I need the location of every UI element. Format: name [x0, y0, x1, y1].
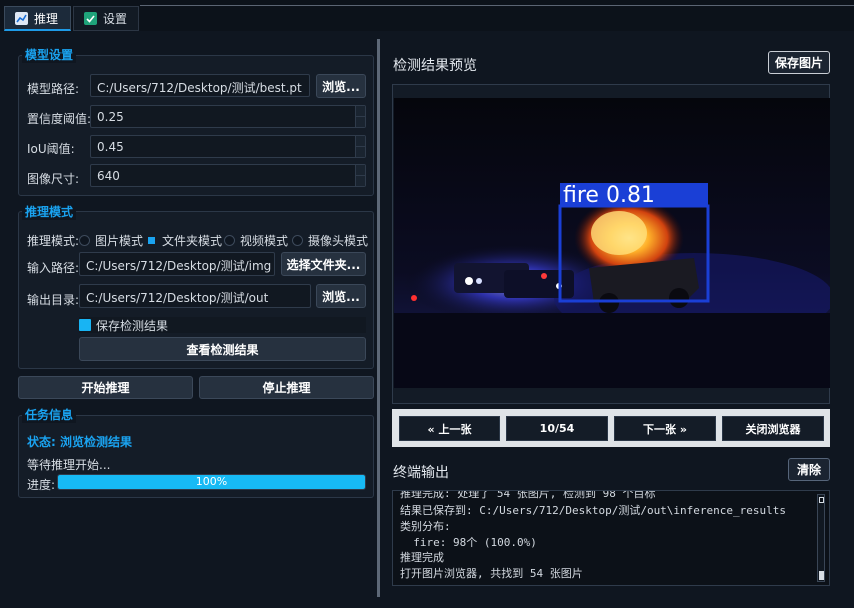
radio-folder-label: 文件夹模式	[162, 234, 223, 248]
radio-camera-label: 摄像头模式	[308, 234, 369, 248]
start-inference-button[interactable]: 开始推理	[18, 376, 193, 399]
clear-terminal-button[interactable]: 清除	[788, 458, 830, 481]
radio-image-label: 图片模式	[95, 234, 144, 248]
iou-value: 0.45	[97, 140, 124, 154]
save-results-label: 保存检测结果	[96, 318, 169, 333]
iou-label: IoU阈值:	[27, 142, 75, 156]
mode-label: 推理模式:	[27, 234, 80, 248]
output-browse-button[interactable]: 浏览...	[316, 284, 366, 308]
terminal-line: 推理完成	[400, 551, 444, 564]
close-browser-button[interactable]: 关闭浏览器	[722, 416, 824, 441]
stop-inference-button[interactable]: 停止推理	[199, 376, 374, 399]
confidence-stepper[interactable]	[355, 106, 366, 127]
radio-video-indicator	[224, 235, 235, 246]
inference-mode-title: 推理模式	[22, 203, 77, 220]
tab-inference[interactable]: 推理	[4, 6, 71, 31]
save-results-check-indicator	[79, 319, 91, 331]
tab-settings-label: 设置	[103, 12, 128, 26]
detection-label: fire 0.81	[563, 183, 655, 208]
image-size-label: 图像尺寸:	[27, 172, 80, 186]
output-dir-field[interactable]: C:/Users/712/Desktop/测试/out	[79, 284, 311, 308]
view-results-button[interactable]: 查看检测结果	[79, 337, 366, 361]
tab-bar: 推理 设置	[0, 0, 854, 31]
detection-image: fire 0.81	[394, 98, 830, 388]
radio-image-mode[interactable]: 图片模式	[79, 232, 143, 249]
prev-image-button[interactable]: « 上一张	[399, 416, 500, 441]
image-size-spinbox[interactable]: 640	[90, 164, 366, 187]
radio-camera-mode[interactable]: 摄像头模式	[292, 232, 368, 249]
preview-title: 检测结果预览	[393, 58, 477, 74]
output-dir-label: 输出目录:	[27, 293, 80, 307]
progress-bar: 100%	[57, 474, 366, 490]
fire-scene-image: fire 0.81	[394, 98, 830, 388]
image-counter: 10/54	[506, 416, 608, 441]
model-path-label: 模型路径:	[27, 82, 80, 96]
image-size-stepper[interactable]	[355, 165, 366, 186]
radio-folder-indicator	[148, 237, 155, 244]
save-image-button[interactable]: 保存图片	[768, 51, 830, 74]
radio-video-label: 视频模式	[240, 234, 289, 248]
terminal-line: 打开图片浏览器, 共找到 54 张图片	[400, 567, 583, 580]
checkbox-settings-icon	[84, 12, 97, 25]
radio-image-indicator	[79, 235, 90, 246]
radio-video-mode[interactable]: 视频模式	[224, 232, 288, 249]
save-results-checkbox[interactable]: 保存检测结果	[79, 317, 366, 333]
model-browse-button[interactable]: 浏览...	[316, 74, 366, 98]
radio-camera-indicator	[292, 235, 303, 246]
terminal-output[interactable]: 推理完成: 处理了 54 张图片, 检测到 98 个目标 结果已保存到: C:/…	[392, 490, 830, 586]
progress-label: 进度:	[27, 478, 56, 492]
status-text: 状态: 浏览检测结果	[27, 435, 132, 449]
confidence-value: 0.25	[97, 110, 124, 124]
terminal-line: fire: 98个 (100.0%)	[400, 536, 537, 549]
terminal-scroll-thumb[interactable]	[819, 571, 824, 580]
progress-text: 100%	[195, 475, 228, 488]
tab-inference-label: 推理	[34, 11, 59, 26]
iou-stepper[interactable]	[355, 136, 366, 157]
tab-bar-divider	[140, 5, 854, 6]
task-info-title: 任务信息	[22, 406, 77, 423]
terminal-title: 终端输出	[393, 465, 449, 481]
model-path-input[interactable]: C:/Users/712/Desktop/测试/best.pt	[90, 74, 310, 97]
model-settings-title: 模型设置	[22, 46, 77, 63]
terminal-line: 类别分布:	[400, 520, 451, 533]
iou-spinbox[interactable]: 0.45	[90, 135, 366, 158]
radio-folder-mode[interactable]: 文件夹模式	[146, 232, 222, 249]
terminal-scroll-up[interactable]	[819, 497, 824, 503]
waiting-text: 等待推理开始...	[27, 458, 111, 472]
next-image-button[interactable]: 下一张 »	[614, 416, 716, 441]
input-path-label: 输入路径:	[27, 261, 80, 275]
input-path-field[interactable]: C:/Users/712/Desktop/测试/img	[79, 252, 275, 276]
confidence-label: 置信度阈值:	[27, 112, 92, 126]
image-navigation-bar: « 上一张 10/54 下一张 » 关闭浏览器	[392, 409, 830, 447]
confidence-spinbox[interactable]: 0.25	[90, 105, 366, 128]
choose-folder-button[interactable]: 选择文件夹...	[281, 252, 366, 276]
terminal-line: 推理完成: 处理了 54 张图片, 检测到 98 个目标	[400, 490, 656, 500]
chart-line-icon	[15, 11, 28, 25]
terminal-line: 结果已保存到: C:/Users/712/Desktop/测试/out\infe…	[400, 504, 787, 517]
terminal-scrollbar[interactable]	[817, 494, 825, 582]
preview-frame: fire 0.81	[392, 84, 830, 404]
tab-settings[interactable]: 设置	[73, 6, 139, 31]
image-size-value: 640	[97, 169, 120, 183]
panel-splitter[interactable]	[377, 39, 380, 597]
